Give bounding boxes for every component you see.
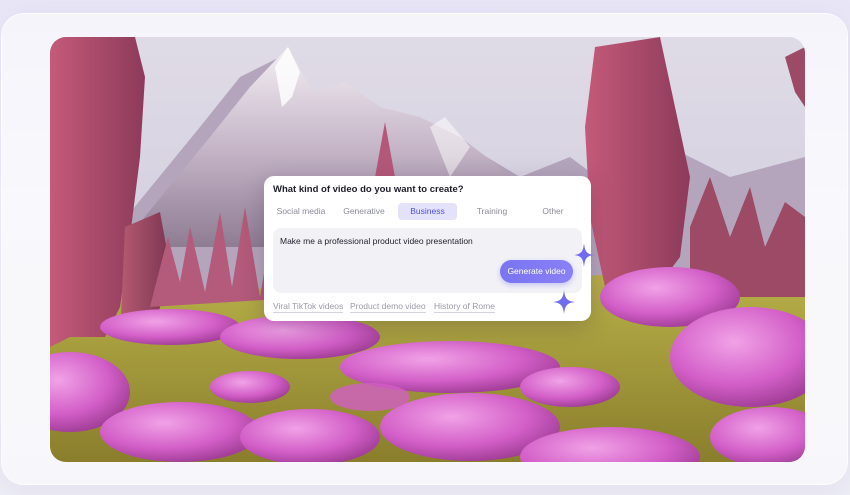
tab-training[interactable]: Training <box>462 203 522 220</box>
generate-video-button[interactable]: Generate video <box>500 260 573 283</box>
tab-business[interactable]: Business <box>398 203 457 220</box>
prompt-input[interactable]: Make me a professional product video pre… <box>273 228 582 293</box>
suggestion-product-demo[interactable]: Product demo video <box>350 301 426 313</box>
video-type-tabs: Social media Generative Business Trainin… <box>270 203 585 220</box>
card-title: What kind of video do you want to create… <box>273 184 464 195</box>
video-prompt-card: What kind of video do you want to create… <box>264 176 591 321</box>
tab-social-media[interactable]: Social media <box>270 203 332 220</box>
sparkle-icon-small <box>574 243 594 267</box>
tab-other[interactable]: Other <box>526 203 580 220</box>
sparkle-icon-large <box>553 290 575 314</box>
suggestion-history-of-rome[interactable]: History of Rome <box>434 301 495 313</box>
prompt-text: Make me a professional product video pre… <box>280 236 473 246</box>
tab-generative[interactable]: Generative <box>334 203 394 220</box>
suggestion-viral-tiktok[interactable]: Viral TikTok videos <box>273 301 344 313</box>
